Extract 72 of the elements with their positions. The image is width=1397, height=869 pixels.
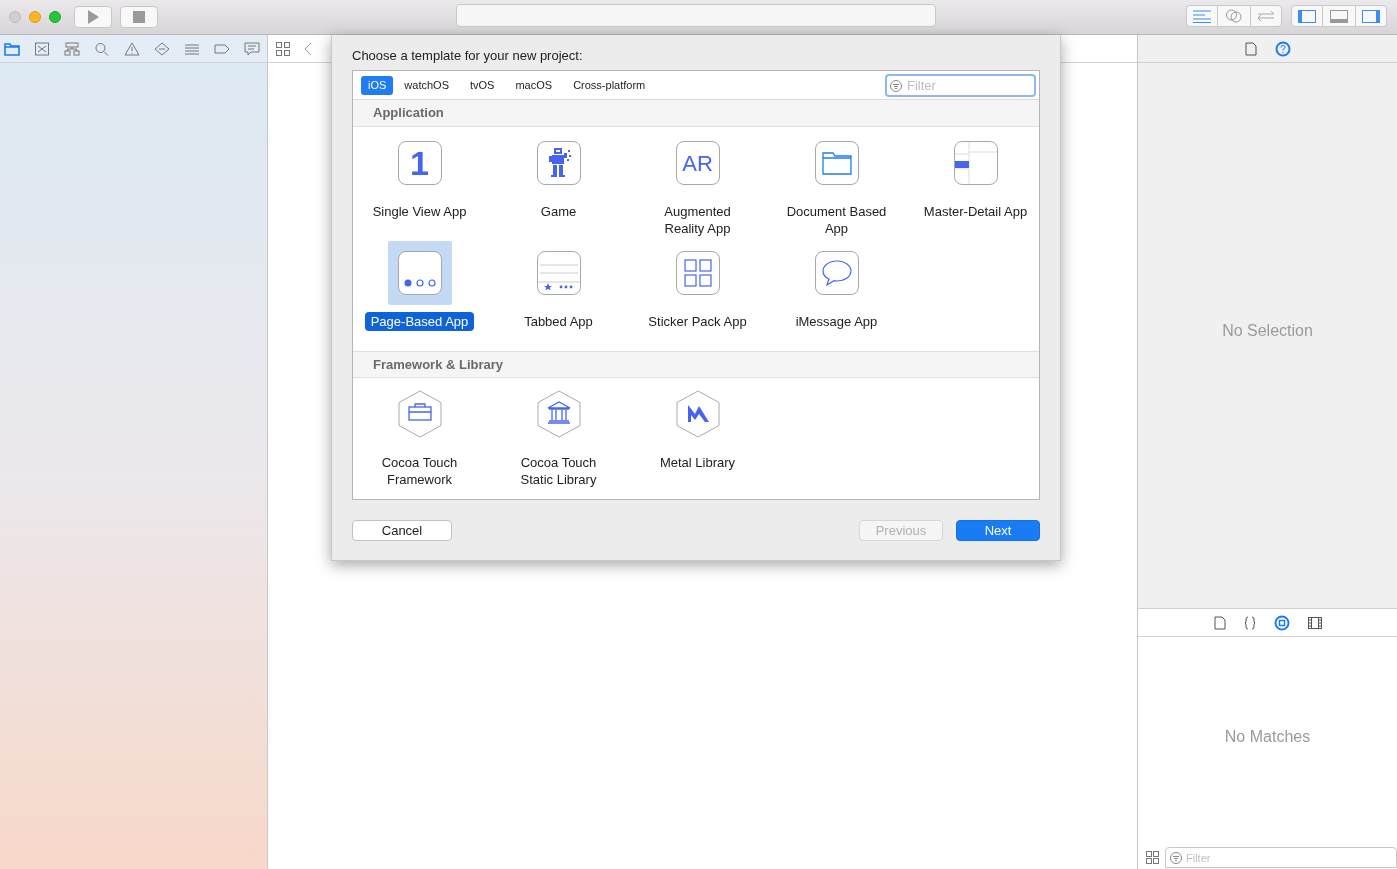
no-selection-label: No Selection [1222,320,1313,341]
dialog-button[interactable]: Cancel [352,520,452,541]
template-label[interactable]: Single View App [366,202,473,221]
page-dots-icon [402,278,437,288]
grid-icon[interactable] [276,41,290,56]
dialog-title: Choose a template for your new project: [352,47,584,65]
bottom-panel-icon [1330,9,1348,23]
lines-icon [1193,9,1211,23]
template-icon: 1 [397,141,442,185]
template-filter-field[interactable]: Filter [885,73,1036,97]
library-filter-field[interactable]: Filter [1165,847,1397,868]
stop-icon [133,11,145,23]
play-icon [87,10,99,24]
platform-tab[interactable]: iOS [361,75,394,95]
document-icon[interactable] [1213,615,1226,630]
diamond-icon[interactable] [154,41,170,56]
template-label[interactable]: Master-Detail App [917,202,1034,221]
navigator-toggle-button[interactable] [1291,5,1323,27]
template-label[interactable]: Sticker Pack App [642,312,753,331]
overlapping-circles-icon [1225,9,1243,23]
template-icon: AR [675,141,720,185]
template-label[interactable]: Page-Based App [364,312,475,331]
toolbox-icon [396,390,443,438]
run-button[interactable] [74,6,112,28]
left-panel-icon [1298,9,1316,23]
platform-tab[interactable]: Cross-platform [563,75,656,95]
help-icon[interactable] [1274,40,1291,57]
speech-bubble-icon [820,259,853,287]
template-label[interactable]: iMessage App [789,312,884,331]
filter-icon [1170,852,1182,864]
inspector-toggle-button[interactable] [1355,5,1387,27]
platform-tab[interactable]: macOS [505,75,563,95]
minimize-window-button[interactable] [29,11,41,23]
speech-bubble-icon[interactable] [244,41,260,56]
template-label[interactable]: Document Based App [780,202,893,238]
template-label[interactable]: Metal Library [653,453,742,472]
boxed-x-icon[interactable] [34,41,50,56]
template-label[interactable]: Game [534,202,583,221]
debug-toggle-button[interactable] [1323,5,1355,27]
search-icon[interactable] [94,41,110,56]
filter-icon [890,79,902,92]
section-header: Framework & Library [353,351,1039,378]
template-label[interactable]: Tabbed App [518,312,599,331]
list-icon[interactable] [184,41,200,56]
right-panel-icon [1362,9,1380,23]
tag-icon[interactable] [214,41,230,56]
folder-icon [821,151,852,175]
platform-tab[interactable]: watchOS [394,75,459,95]
folder-icon[interactable] [4,41,20,56]
section-header: Application [353,100,1039,127]
film-strip-icon[interactable] [1307,616,1322,629]
document-icon[interactable] [1244,41,1257,56]
standard-editor-button[interactable] [1186,5,1218,27]
assistant-editor-button[interactable] [1218,5,1250,27]
four-squares-icon [683,259,712,287]
no-matches-label: No Matches [1224,727,1311,747]
grid-icon[interactable] [1146,851,1159,864]
dialog-button[interactable]: Next [956,520,1040,541]
columned-building-icon [535,390,582,438]
split-view-icon [953,141,998,185]
back-icon[interactable] [304,41,312,56]
hierarchy-icon[interactable] [64,41,80,56]
template-label[interactable]: Augmented Reality App [658,202,737,238]
platform-tab[interactable]: tvOS [460,75,505,95]
m-shape-icon [674,390,721,438]
stop-button[interactable] [120,6,158,28]
template-label[interactable]: Cocoa Touch Framework [375,453,464,489]
braces-icon[interactable] [1243,615,1256,630]
zoom-window-button[interactable] [49,11,61,23]
arrows-icon [1256,10,1276,22]
warning-icon[interactable] [124,41,140,56]
template-label[interactable]: Cocoa Touch Static Library [514,453,603,489]
